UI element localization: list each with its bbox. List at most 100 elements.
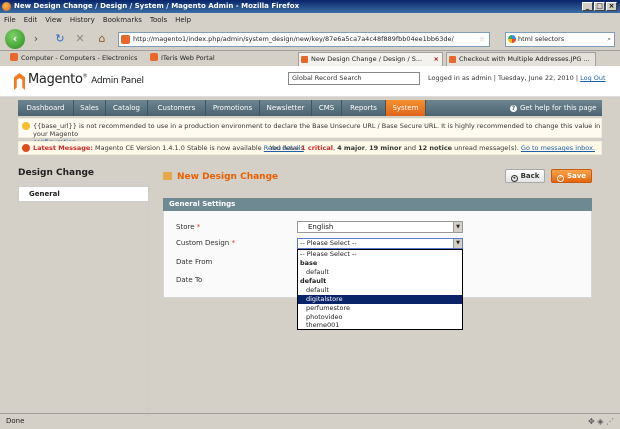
option-please-select[interactable]: -- Please Select -- [298,250,462,259]
global-search-placeholder: Global Record Search [292,74,362,82]
latest-message-label: Latest Message: [33,144,93,152]
menu-view[interactable]: View [41,13,66,27]
bookmarks-toolbar: Computer - Computers - Electronics ITeri… [0,51,620,67]
firefox-icon [2,2,11,11]
store-label-text: Store [176,223,195,231]
save-check-icon: ✓ [556,175,564,182]
close-window-button[interactable]: × [606,2,617,11]
menu-tools[interactable]: Tools [146,13,171,27]
help-link[interactable]: ? Get help for this page [510,100,596,116]
menu-help[interactable]: Help [171,13,195,27]
global-search-input[interactable]: Global Record Search [288,72,420,85]
help-text: Get help for this page [520,104,597,112]
sidebar-divider [148,186,149,412]
sidebar-title: Design Change [18,168,148,183]
tab-favicon [301,56,308,63]
chevron-down-icon: ▼ [453,239,462,248]
required-mark: * [231,239,235,247]
nav-newsletter[interactable]: Newsletter [260,100,312,116]
forward-icon[interactable]: › [28,29,44,49]
nav-dashboard[interactable]: Dashboard [18,100,74,116]
url-bar[interactable]: http://magento1/index.php/admin/system_d… [118,32,490,47]
latest-message-text: Magento CE Version 1.4.1.0 Stable is now… [95,144,262,152]
bookmark-label: Computer - Computers - Electronics [21,54,138,62]
option-theme001[interactable]: theme001 [298,321,462,330]
message-counts: You have 1 critical, 4 major, 19 minor a… [269,144,595,152]
store-select[interactable]: English ▼ [297,221,463,233]
menu-edit[interactable]: Edit [20,13,42,27]
date-to-label: Date To [176,276,203,284]
bookmark-label: ITeris Web Portal [161,54,215,62]
warning-icon [22,122,30,130]
minor-count: 19 minor [369,144,402,152]
minimize-button[interactable]: _ [582,2,593,11]
back-arrow-icon: ◂ [510,175,518,182]
page-title-text: New Design Change [177,172,279,182]
notice-count: 12 notice [418,144,453,152]
bookmark-item[interactable]: ITeris Web Portal [150,51,215,66]
design-icon [163,172,172,180]
close-tab-icon[interactable]: × [434,53,439,66]
notification-bar: Latest Message: Magento CE Version 1.4.1… [18,141,602,155]
option-base-default[interactable]: default [298,268,462,277]
menu-history[interactable]: History [66,13,99,27]
warning-text: {{base_url}} is not recommended to use i… [33,122,601,138]
home-icon[interactable]: ⌂ [94,29,110,49]
magnifier-icon[interactable]: ⌕ [607,33,611,46]
browser-back-button[interactable]: ‹ [5,29,25,49]
tab-new-design-change[interactable]: New Design Change / Design / S... × [298,52,443,67]
user-info-text: Logged in as admin | Tuesday, June 22, 2… [428,74,579,82]
logo-text: Magento [28,72,83,87]
site-favicon [121,35,130,44]
logout-link[interactable]: Log Out [580,74,605,82]
nav-customers[interactable]: Customers [148,100,206,116]
option-perfumestore[interactable]: perfumestore [298,304,462,313]
menu-bar: File Edit View History Bookmarks Tools Help [0,13,620,27]
shield-icon[interactable]: ◈ [597,417,603,426]
nav-cms[interactable]: CMS [312,100,342,116]
nav-promotions[interactable]: Promotions [206,100,260,116]
stop-icon[interactable]: ✕ [72,29,88,49]
star-icon[interactable]: ☆ [479,33,485,46]
tab-checkout[interactable]: Checkout with Multiple Addresses.JPG ... [446,52,596,66]
maximize-button[interactable]: □ [594,2,605,11]
back-button[interactable]: ◂ Back [505,169,545,183]
save-button[interactable]: ✓ Save [551,169,592,183]
browser-search-input[interactable]: html selectors ⌕ [505,32,615,47]
bookmark-item[interactable]: Computer - Computers - Electronics [10,51,137,66]
google-icon [508,35,516,43]
admin-logo[interactable]: Magento® Admin Panel [28,72,144,87]
status-bar: Done ✥ ◈ ⋰ [0,413,620,429]
resize-grip-icon[interactable]: ⋰ [606,417,614,426]
custom-design-select[interactable]: -- Please Select -- ▼ [297,238,463,249]
status-icons: ✥ ◈ ⋰ [588,417,614,426]
nav-catalog[interactable]: Catalog [106,100,148,116]
reload-icon[interactable]: ↻ [52,29,68,49]
chevron-down-icon: ▼ [453,222,462,232]
required-mark: * [196,223,201,231]
menu-file[interactable]: File [0,13,20,27]
messages-inbox-link[interactable]: Go to messages inbox. [521,144,595,152]
search-value: html selectors [518,35,565,43]
major-count: 4 major [337,144,365,152]
menu-bookmarks[interactable]: Bookmarks [99,13,146,27]
bookmark-icon [10,53,18,61]
page-title: New Design Change [163,172,278,182]
help-icon: ? [510,105,517,112]
option-digitalstore[interactable]: digitalstore [298,295,462,304]
option-default-default[interactable]: default [298,286,462,295]
addon-icon[interactable]: ✥ [588,417,595,426]
sidebar-tab-general[interactable]: General [18,186,148,202]
nav-system[interactable]: System [386,100,426,116]
navigation-toolbar: ‹ › ↻ ✕ ⌂ http://magento1/index.php/admi… [0,27,620,51]
critical-count: 1 critical [301,144,333,152]
nav-reports[interactable]: Reports [342,100,386,116]
status-text: Done [6,417,25,425]
notice-icon [22,144,30,152]
warning-message: {{base_url}} is not recommended to use i… [18,118,602,146]
store-label: Store * [176,223,200,231]
store-value: English [308,223,334,231]
back-button-label: Back [520,172,540,180]
nav-sales[interactable]: Sales [74,100,106,116]
logo-subtext: Admin Panel [91,76,144,86]
